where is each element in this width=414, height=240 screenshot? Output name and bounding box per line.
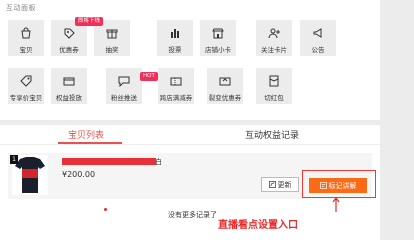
callout-arrow <box>332 197 340 212</box>
hot-badge: HOT <box>140 72 158 81</box>
callout-annotation: 直播看点设置入口 <box>218 220 298 231</box>
deprecation-badge: 即将下线 <box>75 17 104 26</box>
